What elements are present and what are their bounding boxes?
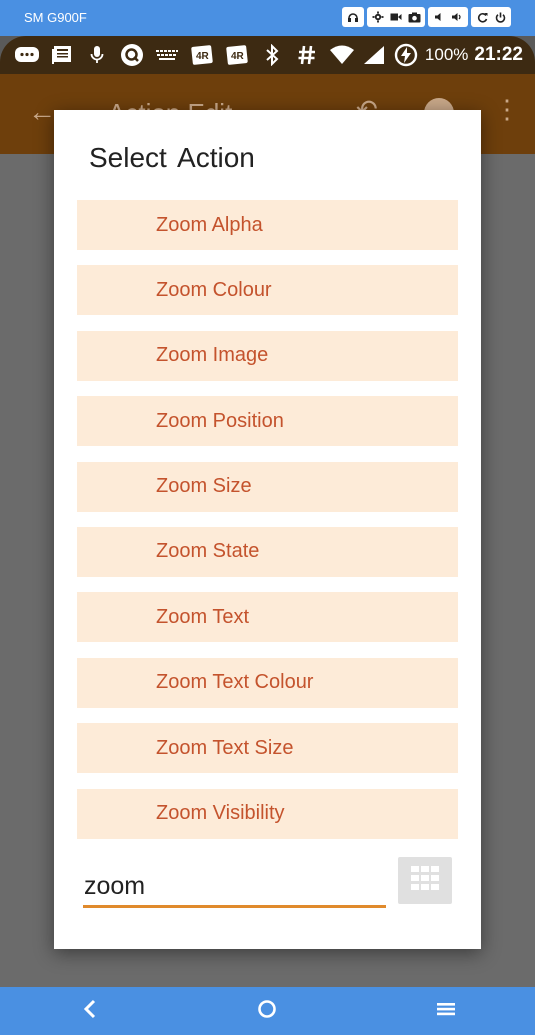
clock: 21:22 [474, 44, 523, 65]
camera-icon[interactable] [406, 9, 422, 25]
keyboard-icon [154, 44, 180, 66]
rotate-icon[interactable] [474, 9, 490, 25]
action-item-zoom-size[interactable]: Zoom Size [77, 461, 458, 512]
action-list: Zoom Alpha Zoom Colour Zoom Image Zoom P… [77, 200, 458, 854]
signal-icon [361, 44, 387, 66]
action-item-zoom-text[interactable]: Zoom Text [77, 592, 458, 643]
back-arrow-icon[interactable]: ← [28, 96, 56, 128]
select-action-dialog: Select Action Zoom Alpha Zoom Colour Zoo… [54, 110, 481, 949]
nav-menu-button[interactable] [426, 995, 466, 1027]
q-icon [119, 44, 145, 66]
action-item-zoom-visibility[interactable]: Zoom Visibility [77, 788, 458, 839]
power-icon[interactable] [492, 9, 508, 25]
device-bar: SM G900F [0, 0, 535, 36]
dialog-title: Select Action [89, 142, 255, 173]
status-bar: 4R 4R 100% 21:22 [0, 36, 535, 74]
svg-text:4R: 4R [231, 51, 245, 62]
headset-icon[interactable] [345, 9, 361, 25]
device-name: SM G900F [24, 10, 87, 25]
svg-text:4R: 4R [196, 51, 210, 62]
nav-back-button[interactable] [70, 995, 110, 1027]
volume-up-icon[interactable] [449, 9, 465, 25]
navigation-bar [0, 987, 535, 1035]
phone-screen: 4R 4R 100% 21:22 ← ↶ ⋮ Select Action Zoo… [0, 36, 535, 987]
mic-icon [84, 44, 110, 66]
action-item-zoom-position[interactable]: Zoom Position [77, 396, 458, 447]
chat-icon [14, 44, 40, 66]
bluetooth-icon [259, 44, 285, 66]
more-options-icon[interactable]: ⋮ [494, 94, 520, 125]
video-icon[interactable] [388, 9, 404, 25]
settings-icon[interactable] [370, 9, 386, 25]
battery-percent: 100% [424, 45, 469, 64]
notes-alt-icon: 4R [224, 44, 250, 66]
action-item-zoom-text-size[interactable]: Zoom Text Size [77, 723, 458, 774]
action-item-zoom-colour[interactable]: Zoom Colour [77, 265, 458, 316]
action-item-zoom-state[interactable]: Zoom State [77, 526, 458, 577]
wifi-icon [329, 44, 355, 66]
chevron-left-icon [83, 999, 97, 1024]
volume-down-icon[interactable] [431, 9, 447, 25]
menu-icon [436, 1001, 456, 1022]
action-item-zoom-text-colour[interactable]: Zoom Text Colour [77, 657, 458, 708]
device-controls [342, 7, 511, 27]
home-circle-icon [257, 999, 277, 1024]
notes-icon: 4R [189, 44, 215, 66]
action-item-zoom-image[interactable]: Zoom Image [77, 330, 458, 381]
search-input[interactable] [83, 868, 386, 908]
battery-charging-icon [393, 43, 419, 67]
action-item-zoom-alpha[interactable]: Zoom Alpha [77, 200, 458, 250]
keypad-toggle-button[interactable] [398, 857, 452, 904]
news-icon [49, 44, 75, 66]
keypad-grid-icon [410, 865, 440, 896]
hash-icon [294, 44, 320, 66]
search-row [83, 856, 457, 916]
nav-home-button[interactable] [247, 995, 287, 1027]
